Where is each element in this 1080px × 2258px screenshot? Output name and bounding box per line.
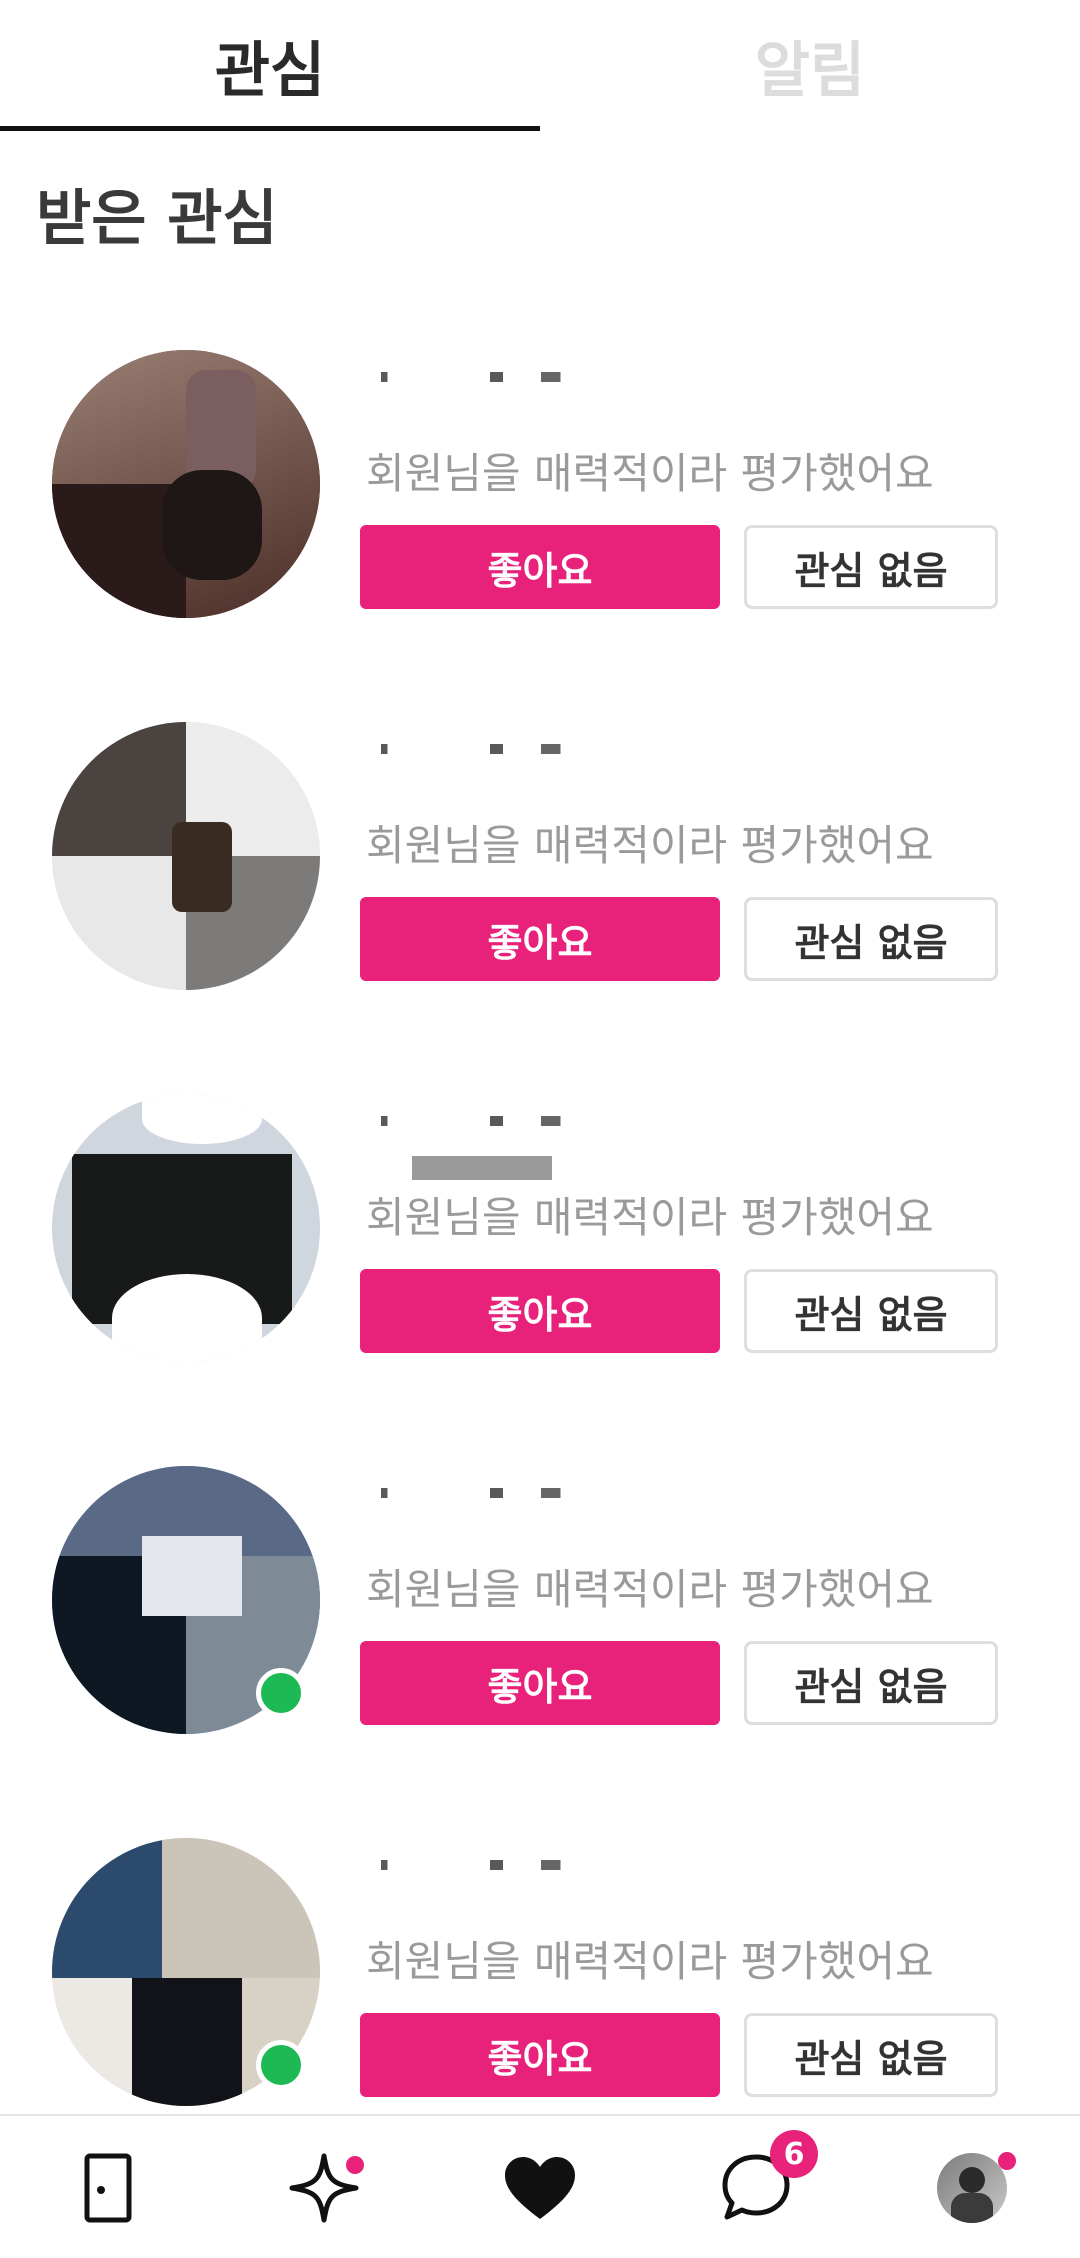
name-redacted-bar [412, 1156, 552, 1180]
bottom-nav: 6 [0, 2114, 1080, 2258]
not-interested-button[interactable]: 관심 없음 [744, 2013, 998, 2097]
tab-interest[interactable]: 관심 [0, 0, 540, 130]
nav-interest[interactable] [480, 2116, 600, 2258]
nav-discover[interactable] [264, 2116, 384, 2258]
avatar[interactable] [52, 722, 320, 990]
online-indicator [256, 1668, 306, 1718]
name-redacted [362, 744, 682, 754]
like-button[interactable]: 좋아요 [360, 1269, 720, 1353]
heart-icon [505, 2157, 575, 2219]
nav-chat[interactable]: 6 [696, 2116, 818, 2258]
list-item: 회원님을 매력적이라 평가했어요 좋아요 관심 없음 [0, 1094, 1080, 1364]
list-item: 회원님을 매력적이라 평가했어요 좋아요 관심 없음 [0, 1838, 1080, 2108]
item-message: 회원님을 매력적이라 평가했어요 [366, 821, 934, 870]
section-title: 받은 관심 [36, 184, 278, 254]
name-redacted [362, 1116, 682, 1126]
nav-home[interactable] [48, 2116, 168, 2258]
item-message: 회원님을 매력적이라 평가했어요 [366, 1565, 934, 1614]
nav-profile[interactable] [912, 2116, 1032, 2258]
list-item: 회원님을 매력적이라 평가했어요 좋아요 관심 없음 [0, 1466, 1080, 1736]
door-icon [84, 2153, 132, 2223]
not-interested-button[interactable]: 관심 없음 [744, 525, 998, 609]
name-redacted [362, 1860, 682, 1870]
not-interested-button[interactable]: 관심 없음 [744, 1269, 998, 1353]
avatar[interactable] [52, 1094, 320, 1362]
chat-badge: 6 [770, 2130, 818, 2178]
avatar[interactable] [52, 350, 320, 618]
like-button[interactable]: 좋아요 [360, 2013, 720, 2097]
list-item: 회원님을 매력적이라 평가했어요 좋아요 관심 없음 [0, 350, 1080, 620]
profile-avatar [937, 2153, 1007, 2223]
new-indicator-dot [346, 2156, 364, 2174]
item-message: 회원님을 매력적이라 평가했어요 [366, 1937, 934, 1986]
list-item: 회원님을 매력적이라 평가했어요 좋아요 관심 없음 [0, 722, 1080, 992]
name-redacted [362, 1488, 682, 1498]
online-indicator [256, 2040, 306, 2090]
tab-notifications[interactable]: 알림 [540, 0, 1080, 130]
like-button[interactable]: 좋아요 [360, 1641, 720, 1725]
not-interested-button[interactable]: 관심 없음 [744, 1641, 998, 1725]
app-root: 관심 알림 받은 관심 회원님을 매력적이라 평가했어요 좋아요 관심 없음 회… [0, 0, 1080, 2258]
item-message: 회원님을 매력적이라 평가했어요 [366, 449, 934, 498]
top-tabs: 관심 알림 [0, 0, 1080, 131]
like-button[interactable]: 좋아요 [360, 525, 720, 609]
active-tab-indicator [0, 126, 540, 131]
item-message: 회원님을 매력적이라 평가했어요 [366, 1193, 934, 1242]
name-redacted [362, 372, 682, 382]
not-interested-button[interactable]: 관심 없음 [744, 897, 998, 981]
like-button[interactable]: 좋아요 [360, 897, 720, 981]
profile-indicator-dot [998, 2152, 1016, 2170]
